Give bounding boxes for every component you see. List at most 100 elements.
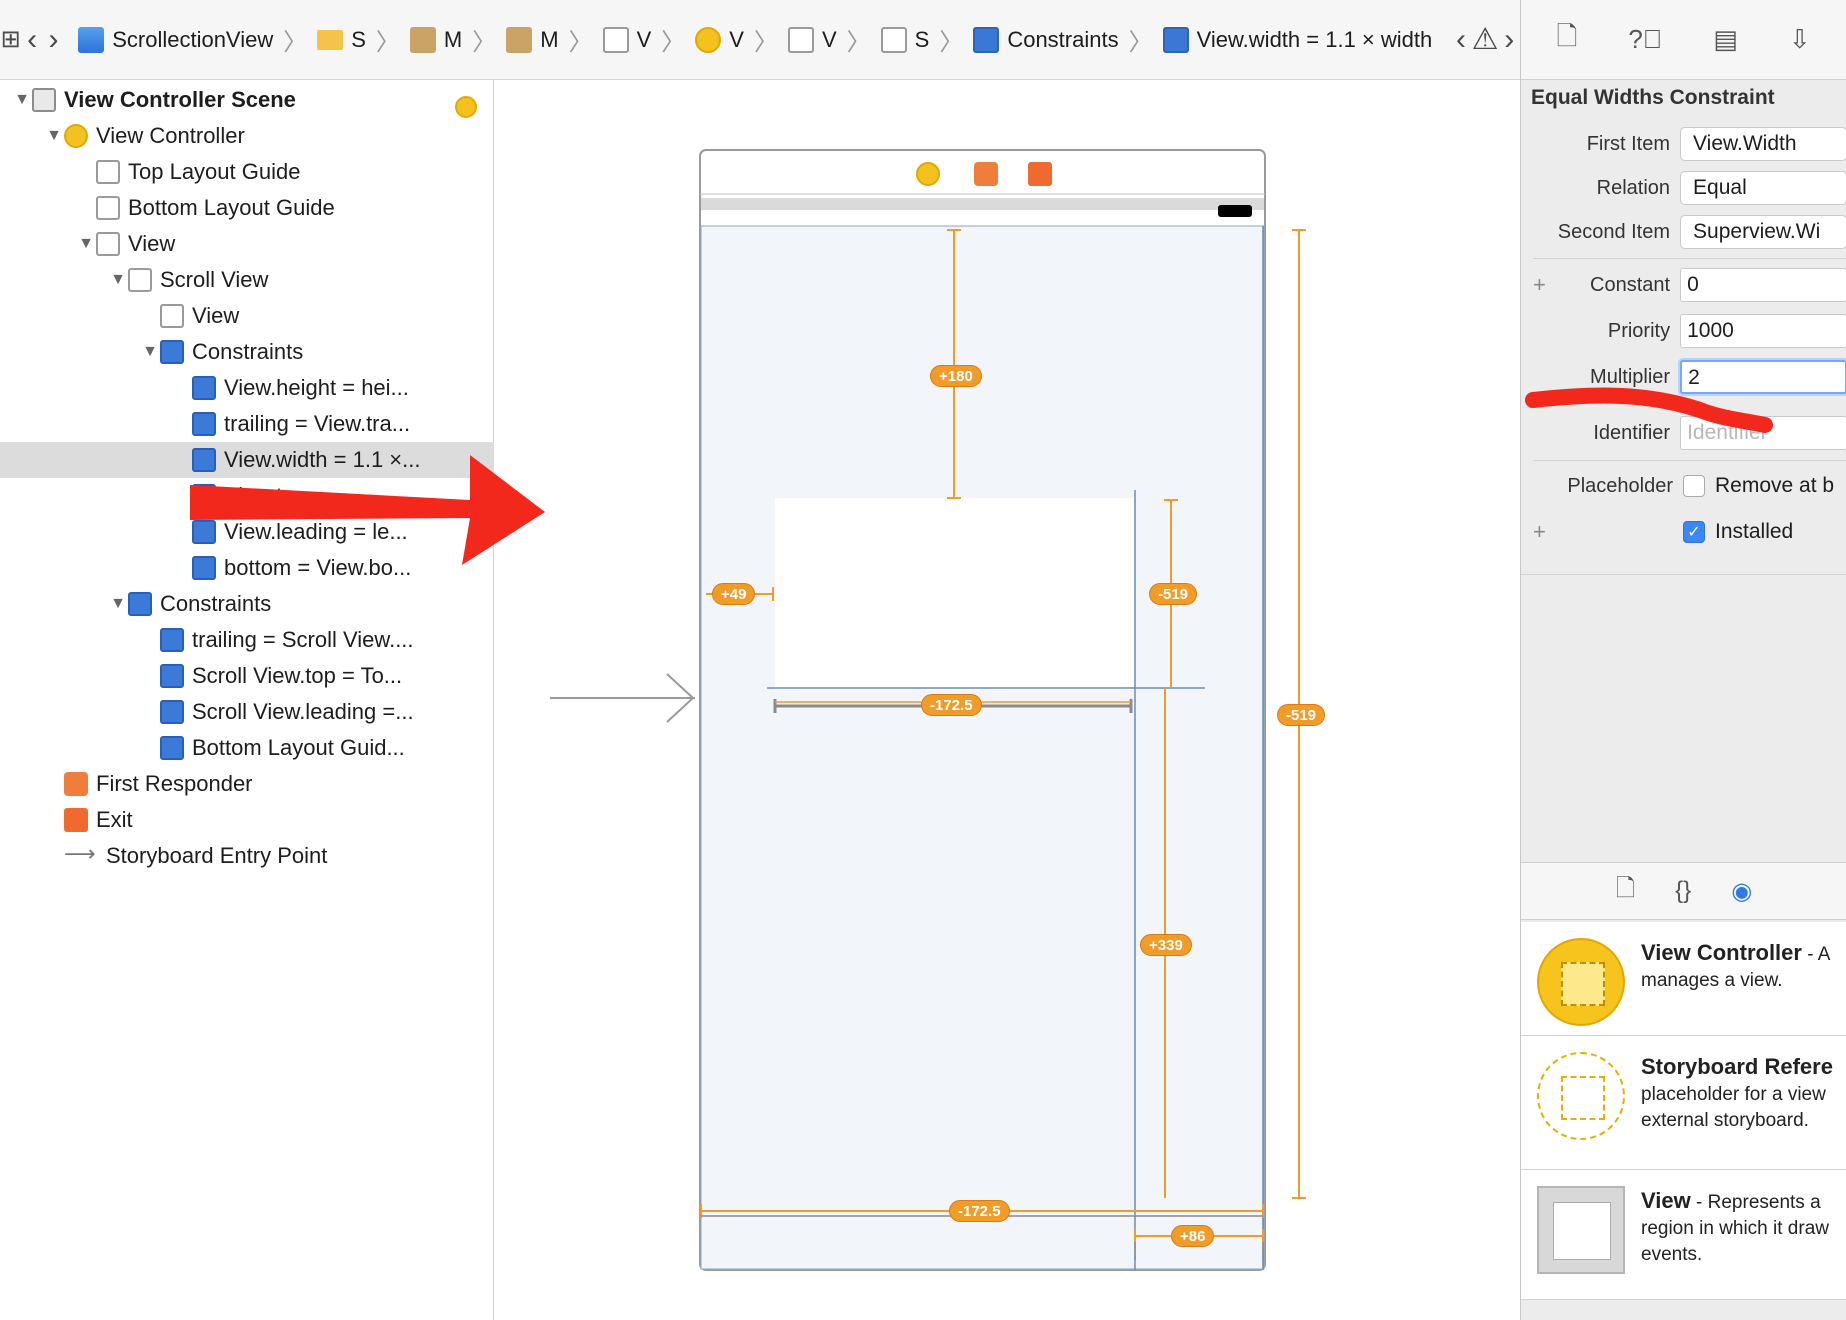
outline-item[interactable]: Bottom Layout Guid... xyxy=(0,730,494,766)
installed-checkbox[interactable]: ✓ xyxy=(1683,521,1705,543)
file-template-library-icon[interactable]: 🗋 xyxy=(1616,871,1635,912)
outline-item[interactable]: ▼ View xyxy=(0,226,494,262)
first-responder-dock-icon[interactable] xyxy=(974,162,998,186)
constant-field[interactable]: 0 xyxy=(1680,268,1846,302)
outline-item-label: View Controller xyxy=(96,123,245,148)
priority-field[interactable]: 1000 xyxy=(1680,314,1846,348)
disclosure-triangle-icon[interactable]: ▼ xyxy=(140,343,160,361)
outline-item[interactable]: trailing = View.tra... xyxy=(0,406,494,442)
code-snippet-library-icon[interactable]: {} xyxy=(1675,877,1691,905)
first-responder-icon xyxy=(64,772,88,796)
outline-item-label: Top Layout Guide xyxy=(128,159,301,184)
outline-item-label: Constraints xyxy=(192,339,304,364)
document-outline: ▼ View Controller Scene ▼ View Controller To… xyxy=(0,80,494,1320)
root-height-badge[interactable]: -519 xyxy=(1277,704,1326,726)
related-items-icon[interactable]: ⊞ xyxy=(0,0,21,79)
remove-at-build-checkbox[interactable] xyxy=(1683,475,1705,497)
relation-popup[interactable]: Equal xyxy=(1680,171,1846,205)
constraint-icon xyxy=(1162,26,1189,53)
previous-issue-button[interactable]: ‹ xyxy=(1450,0,1471,79)
warning-icon[interactable]: ⚠ xyxy=(1472,0,1499,79)
outline-item[interactable]: Exit xyxy=(0,802,494,838)
identity-inspector-icon[interactable]: ▤ xyxy=(1713,24,1738,55)
disclosure-triangle-icon[interactable]: ▼ xyxy=(44,127,64,145)
interface-builder-canvas[interactable]: +180 +49 -519 -172.5 -519 +339 -172.5 +8… xyxy=(495,80,1520,1320)
constraint-icon xyxy=(192,448,216,472)
content-view[interactable] xyxy=(775,498,1135,690)
outline-item[interactable]: View.height = hei... xyxy=(0,370,494,406)
library-item-view[interactable]: View - Represents a region in which it d… xyxy=(1521,1170,1846,1300)
crumb-constraint[interactable]: View.width = 1.1 × width xyxy=(1159,26,1437,53)
entry-point-arrow[interactable] xyxy=(550,673,695,723)
crumb-folder[interactable]: S xyxy=(313,27,370,53)
outline-item-label: View.leading = le... xyxy=(224,519,408,544)
outline-item[interactable]: View.leading = le... xyxy=(0,514,494,550)
quick-help-icon[interactable]: ?⃝ xyxy=(1628,24,1662,55)
next-issue-button[interactable]: › xyxy=(1499,0,1520,79)
forward-button[interactable]: › xyxy=(43,0,64,79)
library-item-storyboard-reference[interactable]: Storyboard Refere placeholder for a view… xyxy=(1521,1036,1846,1170)
exit-dock-icon[interactable] xyxy=(1028,162,1052,186)
outline-item[interactable]: ▼ Constraints xyxy=(0,586,494,622)
outline-item-label: View xyxy=(128,231,176,256)
crumb-storyboard-base[interactable]: M xyxy=(502,26,562,53)
outline-item[interactable]: ▼ View Controller Scene xyxy=(0,82,494,118)
first-item-popup[interactable]: View.Width xyxy=(1680,127,1846,161)
outline-item[interactable]: Scroll View.leading =... xyxy=(0,694,494,730)
outline-item[interactable]: First Responder xyxy=(0,766,494,802)
view-controller-icon xyxy=(64,124,88,148)
view-icon xyxy=(787,26,814,53)
outline-item[interactable]: ▼ View Controller xyxy=(0,118,494,154)
disclosure-triangle-icon[interactable]: ▼ xyxy=(108,271,128,289)
root-width-badge[interactable]: -172.5 xyxy=(949,1200,1010,1222)
crumb-constraints[interactable]: Constraints xyxy=(969,26,1122,53)
outline-item[interactable]: ⟶ Storyboard Entry Point xyxy=(0,838,494,874)
constraints-icon xyxy=(973,26,1000,53)
outline-item[interactable]: View.width = 1.1 ×... xyxy=(0,442,494,478)
disclosure-triangle-icon[interactable]: ▼ xyxy=(12,91,32,109)
outline-item[interactable]: trailing = Scroll View.... xyxy=(0,622,494,658)
outline-item-label: View.top xyxy=(224,483,307,508)
library-item-view-controller[interactable]: View Controller - A manages a view. xyxy=(1521,922,1846,1036)
crumb-view[interactable]: V xyxy=(784,26,841,53)
divider xyxy=(1521,574,1846,575)
top-spacing-badge[interactable]: +180 xyxy=(930,365,982,387)
second-item-popup[interactable]: Superview.Wi xyxy=(1680,215,1846,249)
outline-item[interactable]: Top Layout Guide xyxy=(0,154,494,190)
content-width-badge[interactable]: -172.5 xyxy=(921,694,982,716)
outline-item[interactable]: Bottom Layout Guide xyxy=(0,190,494,226)
crumb-project[interactable]: ScrollectionView xyxy=(74,26,277,53)
add-variation-icon[interactable]: + xyxy=(1533,272,1546,298)
outline-item[interactable]: View.top xyxy=(0,478,494,514)
root-view[interactable] xyxy=(700,225,1265,1270)
leading-spacing-badge[interactable]: +49 xyxy=(712,583,756,605)
outline-item[interactable]: bottom = View.bo... xyxy=(0,550,494,586)
multiplier-field[interactable]: 2 xyxy=(1680,360,1846,394)
trailing-offset-badge[interactable]: +86 xyxy=(1171,1225,1215,1247)
object-library-icon[interactable]: ◉ xyxy=(1731,877,1752,906)
file-inspector-icon[interactable]: 🗋 xyxy=(1556,18,1577,62)
outline-item[interactable]: ▼ Scroll View xyxy=(0,262,494,298)
outline-item[interactable]: Scroll View.top = To... xyxy=(0,658,494,694)
outline-item[interactable]: ▼ Constraints xyxy=(0,334,494,370)
scroll-view-icon xyxy=(880,26,907,53)
crumb-scene[interactable]: V xyxy=(599,26,656,53)
view-controller-dock-icon[interactable] xyxy=(916,162,940,186)
add-installed-variation-icon[interactable]: + xyxy=(1533,519,1546,545)
library-tab-bar: 🗋 {} ◉ xyxy=(1521,862,1846,920)
size-inspector-icon[interactable]: ⇩ xyxy=(1789,24,1811,55)
outline-item-label: View.width = 1.1 ×... xyxy=(224,447,421,472)
constraint-icon xyxy=(192,556,216,580)
crumb-storyboard[interactable]: M xyxy=(406,26,466,53)
identifier-field[interactable]: Identifier xyxy=(1680,416,1846,450)
crumb-view-controller[interactable]: V xyxy=(691,26,748,53)
disclosure-triangle-icon[interactable]: ▼ xyxy=(76,235,96,253)
outline-item-label: Storyboard Entry Point xyxy=(106,843,328,868)
bottom-spacing-badge[interactable]: +339 xyxy=(1140,934,1192,956)
back-button[interactable]: ‹ xyxy=(21,0,42,79)
crumb-scroll-view[interactable]: S xyxy=(877,26,934,53)
outline-item-label: Constraints xyxy=(160,591,272,616)
disclosure-triangle-icon[interactable]: ▼ xyxy=(108,595,128,613)
content-trailing-badge[interactable]: -519 xyxy=(1149,583,1198,605)
outline-item[interactable]: View xyxy=(0,298,494,334)
